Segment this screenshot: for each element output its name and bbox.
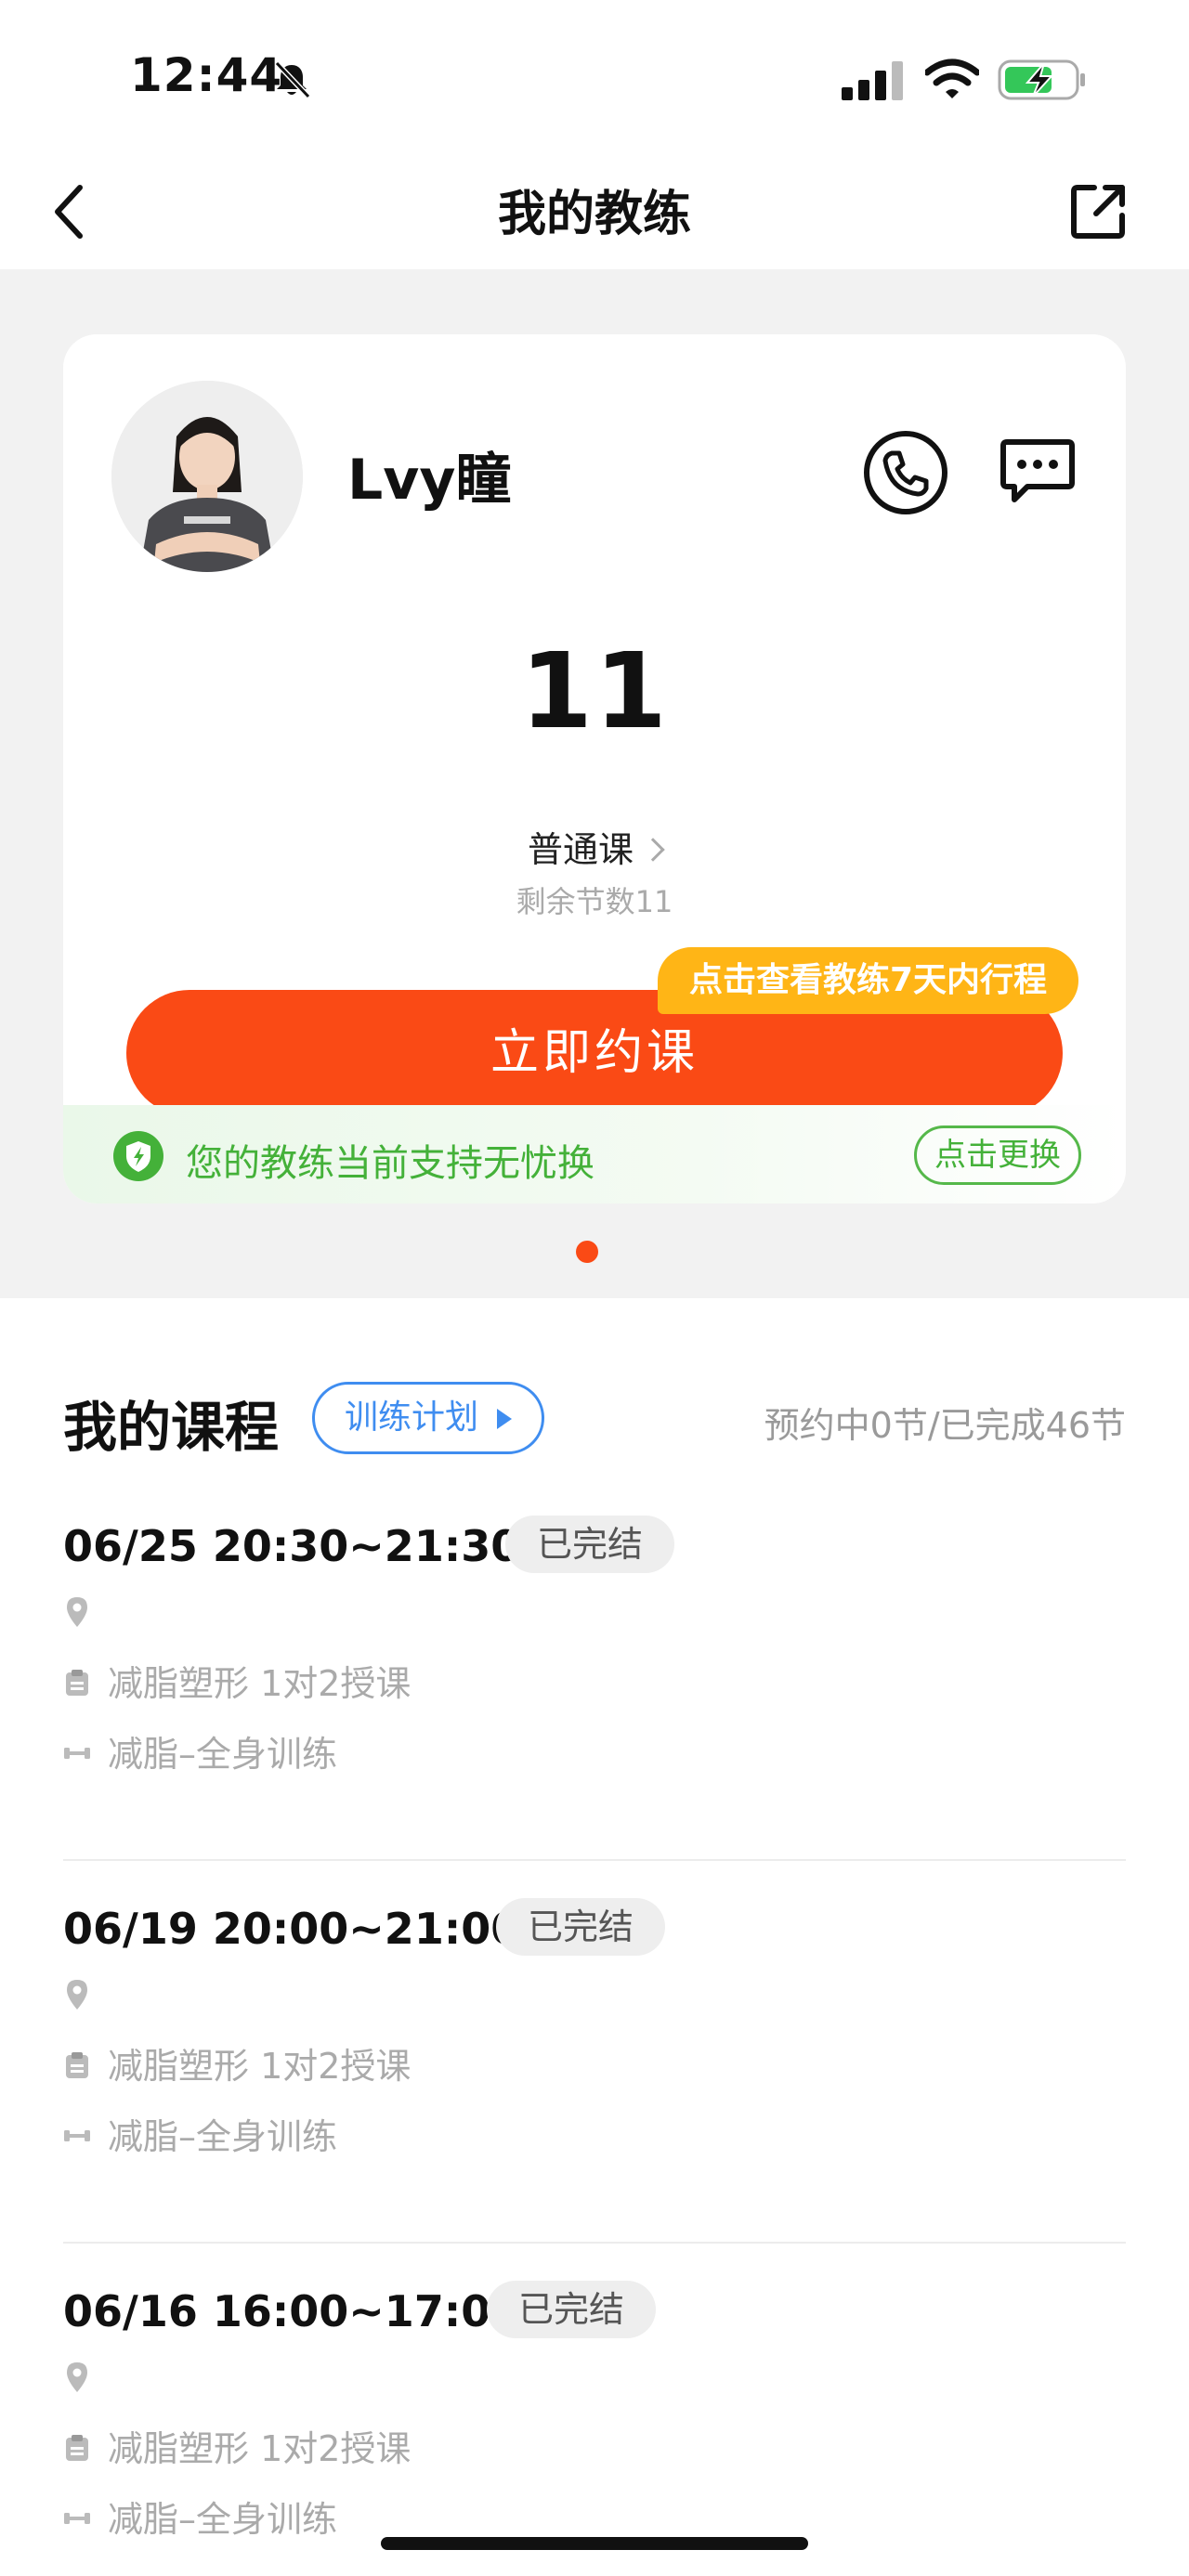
coach-section: Lvy瞳 11 普通课 剩余节数11 立即约课 点击查看教练7天内行程 您的教练… — [0, 269, 1189, 1298]
course-training-line: 减脂–全身训练 — [63, 2108, 337, 2159]
dumbbell-icon — [64, 2512, 90, 2524]
course-name-line: 减脂塑形 1对2授课 — [63, 1655, 411, 1706]
clipboard-icon — [66, 2434, 88, 2461]
course-summary: 预约中0节/已完成46节 — [764, 1405, 1126, 1446]
dumbbell-icon — [64, 1747, 90, 1759]
course-status-badge: 已完结 — [487, 2281, 657, 2338]
training-plan-button[interactable]: 训练计划 — [312, 1382, 544, 1454]
location-icon — [67, 1597, 87, 1627]
coach-name: Lvy瞳 — [347, 448, 512, 513]
training-plan-label: 训练计划 — [345, 1399, 479, 1437]
class-type-link[interactable]: 普通课 — [63, 821, 1126, 872]
phone-button[interactable] — [864, 431, 947, 514]
clipboard-icon — [66, 2051, 88, 2078]
status-time: 12:44 — [130, 48, 283, 102]
nav-bar: 我的教练 — [0, 158, 1189, 269]
course-name: 减脂塑形 1对2授课 — [108, 1663, 412, 1704]
my-courses-section: 我的课程 训练计划 预约中0节/已完成46节 06/25 20:30~21:30… — [0, 1298, 1189, 2576]
home-indicator — [381, 2537, 808, 2550]
course-name: 减脂塑形 1对2授课 — [108, 2428, 412, 2469]
location-icon — [67, 2362, 87, 2392]
guarantee-bar: 您的教练当前支持无忧换 点击更换 — [63, 1105, 1126, 1203]
course-time: 06/19 20:00~21:00 — [63, 1904, 521, 1954]
location-icon — [67, 1980, 87, 2010]
course-training: 减脂–全身训练 — [108, 2116, 338, 2157]
course-training-line: 减脂–全身训练 — [63, 2491, 337, 2542]
class-count: 11 — [520, 631, 669, 752]
guarantee-text: 您的教练当前支持无忧换 — [186, 1142, 594, 1185]
dumbbell-icon — [64, 2129, 90, 2141]
courses-title: 我的课程 — [63, 1396, 280, 1459]
switch-coach-button[interactable]: 点击更换 — [914, 1125, 1081, 1185]
signal-icon — [842, 61, 903, 100]
share-icon[interactable] — [1070, 182, 1128, 240]
coach-card: Lvy瞳 11 普通课 剩余节数11 立即约课 点击查看教练7天内行程 您的教练… — [63, 334, 1126, 1203]
schedule-tip-badge[interactable]: 点击查看教练7天内行程 — [658, 947, 1079, 1014]
shield-icon — [113, 1131, 163, 1181]
course-item[interactable]: 06/19 20:00~21:00 已完结 减脂塑形 1对2授课 减脂–全身训练 — [63, 1861, 1126, 2244]
course-item[interactable]: 06/16 16:00~17:00 已完结 减脂塑形 1对2授课 减脂–全身训练 — [63, 2244, 1126, 2576]
course-name: 减脂塑形 1对2授课 — [108, 2046, 412, 2087]
course-training-line: 减脂–全身训练 — [63, 1725, 337, 1776]
course-item[interactable]: 06/25 20:30~21:30 已完结 减脂塑形 1对2授课 减脂–全身训练 — [63, 1478, 1126, 1861]
battery-icon — [998, 59, 1085, 100]
chevron-right-icon — [641, 838, 665, 862]
course-time: 06/16 16:00~17:00 — [63, 2286, 521, 2336]
status-bar: 12:44 — [0, 0, 1189, 158]
course-name-line: 减脂塑形 1对2授课 — [63, 2037, 411, 2088]
avatar-image — [111, 381, 303, 572]
course-name-line: 减脂塑形 1对2授课 — [63, 2420, 411, 2471]
course-time: 06/25 20:30~21:30 — [63, 1521, 521, 1571]
course-status-badge: 已完结 — [496, 1898, 666, 1956]
clipboard-icon — [66, 1669, 88, 1696]
course-status-badge: 已完结 — [505, 1516, 675, 1573]
course-training: 减脂–全身训练 — [108, 2499, 338, 2540]
phone-icon — [882, 450, 929, 497]
bell-off-icon — [274, 60, 311, 99]
remaining-count: 剩余节数11 — [516, 884, 673, 919]
page-title: 我的教练 — [497, 187, 691, 242]
avatar[interactable] — [111, 381, 303, 572]
wifi-icon — [925, 59, 979, 98]
play-triangle-icon — [497, 1409, 512, 1429]
message-icon[interactable] — [1000, 438, 1076, 505]
page-indicator-dot — [576, 1241, 598, 1263]
course-training: 减脂–全身训练 — [108, 1734, 338, 1775]
class-type-label: 普通课 — [527, 829, 634, 870]
